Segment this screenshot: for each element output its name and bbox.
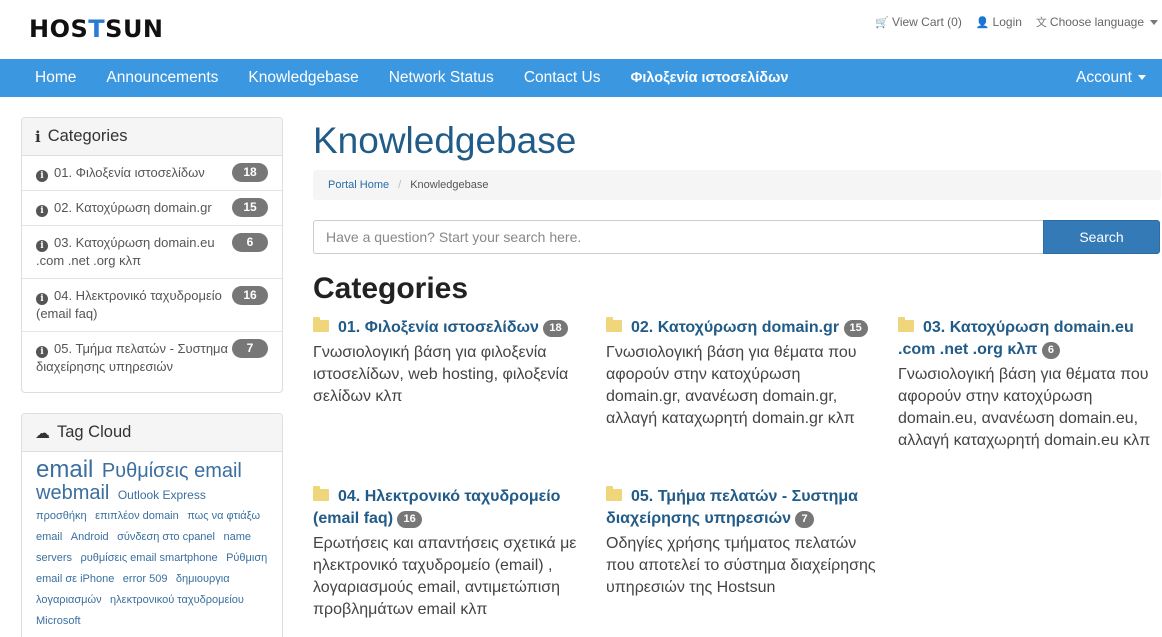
kb-category-link[interactable]: 03. Κατοχύρωση domain.eu .com .net .org …	[898, 317, 1160, 361]
folder-icon	[606, 317, 622, 332]
kb-category-description: Ερωτήσεις και απαντήσεις σχετικά με ηλεκ…	[313, 535, 577, 618]
kb-category-link[interactable]: 02. Κατοχύρωση domain.gr 15	[606, 317, 876, 339]
tag-link[interactable]: προσθήκη	[36, 510, 87, 522]
tag-link[interactable]: error 509	[123, 573, 168, 585]
kb-category-link[interactable]: 04. Ηλεκτρονικό ταχυδρομείο (email faq) …	[313, 486, 583, 530]
info-circle-icon: i	[36, 346, 48, 358]
search-button[interactable]: Search	[1043, 220, 1160, 254]
count-badge: 18	[232, 163, 268, 182]
sidebar-tagcloud-panel: ☁ Tag Cloud email Ρυθμίσεις email webmai…	[21, 413, 283, 637]
kb-category-link[interactable]: 01. Φιλοξενία ιστοσελίδων 18	[313, 317, 583, 339]
count-badge: 18	[543, 320, 568, 337]
tag-link[interactable]: Microsoft	[36, 615, 81, 627]
count-badge: 6	[232, 233, 268, 252]
count-badge: 16	[397, 511, 422, 528]
kb-category-link[interactable]: 05. Τμήμα πελατών - Συστημα διαχείρησης …	[606, 486, 878, 530]
count-badge: 6	[1041, 342, 1060, 359]
kb-category-description: Οδηγίες χρήσης τμήματος πελατών που αποτ…	[606, 535, 876, 596]
count-badge: 15	[232, 198, 268, 217]
kb-search-form: Search	[313, 220, 1160, 254]
tag-link[interactable]: Outlook Express	[118, 488, 206, 502]
tag-link[interactable]: webmail	[36, 482, 109, 504]
nav-network-status[interactable]: Network Status	[374, 59, 509, 97]
nav-announcements[interactable]: Announcements	[91, 59, 233, 97]
sidebar-category-item[interactable]: i 03. Κατοχύρωση domain.eu .com .net .org…	[22, 226, 282, 279]
count-badge: 16	[232, 286, 268, 305]
folder-icon	[313, 486, 329, 501]
language-selector[interactable]: 文 Choose language	[1036, 14, 1158, 30]
breadcrumb-separator: /	[398, 179, 402, 191]
nav-home[interactable]: Home	[20, 59, 91, 97]
kb-category-card: 02. Κατοχύρωση domain.gr 15 Γνωσιολογική…	[606, 317, 876, 430]
info-icon: i	[35, 127, 41, 146]
tagcloud-heading: ☁ Tag Cloud	[22, 414, 282, 452]
folder-icon	[606, 486, 622, 501]
sidebar-category-item[interactable]: i 04. Ηλεκτρονικό ταχυδρομείο (email faq)…	[22, 279, 282, 332]
tag-link[interactable]: ηλεκτρονικού ταχυδρομείου	[110, 594, 244, 606]
sidebar-category-item[interactable]: i 05. Τμήμα πελατών - Συστημα διαχείρησης…	[22, 332, 282, 384]
sidebar-categories-panel: i Categories i 01. Φιλοξενία ιστοσελίδων 1…	[21, 117, 283, 393]
kb-category-card: 03. Κατοχύρωση domain.eu .com .net .org …	[898, 317, 1160, 452]
tag-cloud: email Ρυθμίσεις email webmail Outlook Ex…	[22, 452, 282, 637]
sidebar-category-item[interactable]: i 02. Κατοχύρωση domain.gr 15	[22, 191, 282, 226]
info-circle-icon: i	[36, 240, 48, 252]
top-header: HOSTSUN 🛒 View Cart (0) 👤 Login 文 Choose la…	[0, 0, 1162, 59]
nav-contact-us[interactable]: Contact Us	[509, 59, 616, 97]
account-menu[interactable]: Account	[1076, 59, 1146, 97]
kb-search-input[interactable]	[313, 220, 1043, 254]
tag-link[interactable]: σύνδεση στο cpanel	[117, 531, 215, 543]
nav-knowledgebase[interactable]: Knowledgebase	[233, 59, 373, 97]
categories-heading: i Categories	[22, 118, 282, 156]
chevron-down-icon	[1150, 19, 1158, 25]
cart-icon: 🛒	[875, 16, 890, 29]
breadcrumb-current: Knowledgebase	[410, 179, 489, 191]
tag-link[interactable]: επιπλέον domain	[95, 510, 179, 522]
kb-category-card: 05. Τμήμα πελατών - Συστημα διαχείρησης …	[606, 486, 878, 599]
categories-section-title: Categories	[313, 272, 469, 305]
chevron-down-icon	[1138, 75, 1146, 81]
kb-category-description: Γνωσιολογική βάση για θέματα που αφορούν…	[898, 366, 1151, 449]
kb-category-card: 01. Φιλοξενία ιστοσελίδων 18 Γνωσιολογικ…	[313, 317, 583, 408]
main-navbar: Home Announcements Knowledgebase Network…	[0, 59, 1162, 97]
breadcrumb: Portal Home / Knowledgebase	[313, 170, 1161, 200]
page-title: Knowledgebase	[313, 120, 577, 161]
info-circle-icon: i	[36, 170, 48, 182]
folder-icon	[898, 317, 914, 332]
tag-link[interactable]: email	[36, 456, 93, 483]
user-icon: 👤	[975, 16, 990, 29]
breadcrumb-portal-home[interactable]: Portal Home	[328, 179, 389, 191]
tag-link[interactable]: Android	[71, 531, 109, 543]
count-badge: 7	[795, 511, 814, 528]
language-icon: 文	[1035, 17, 1047, 29]
kb-category-description: Γνωσιολογική βάση για φιλοξενία ιστοσελί…	[313, 344, 569, 405]
info-circle-icon: i	[36, 205, 48, 217]
tag-link[interactable]: Ρυθμίσεις email	[102, 460, 242, 482]
folder-icon	[313, 317, 329, 332]
cloud-icon: ☁	[35, 424, 50, 442]
nav-web-hosting[interactable]: Φιλοξενία ιστοσελίδων	[615, 59, 803, 97]
kb-category-card: 04. Ηλεκτρονικό ταχυδρομείο (email faq) …	[313, 486, 583, 621]
info-circle-icon: i	[36, 293, 48, 305]
view-cart-link[interactable]: 🛒 View Cart (0)	[875, 14, 962, 30]
top-links: 🛒 View Cart (0) 👤 Login 文 Choose language	[875, 14, 1158, 30]
count-badge: 7	[232, 339, 268, 358]
sidebar-category-item[interactable]: i 01. Φιλοξενία ιστοσελίδων 18	[22, 156, 282, 191]
login-link[interactable]: 👤 Login	[976, 14, 1022, 30]
hostsun-logo[interactable]: HOSTSUN	[29, 15, 164, 43]
kb-category-description: Γνωσιολογική βάση για θέματα που αφορούν…	[606, 344, 857, 427]
tag-link[interactable]: ρυθμίσεις email smartphone	[81, 552, 218, 564]
count-badge: 15	[843, 320, 868, 337]
